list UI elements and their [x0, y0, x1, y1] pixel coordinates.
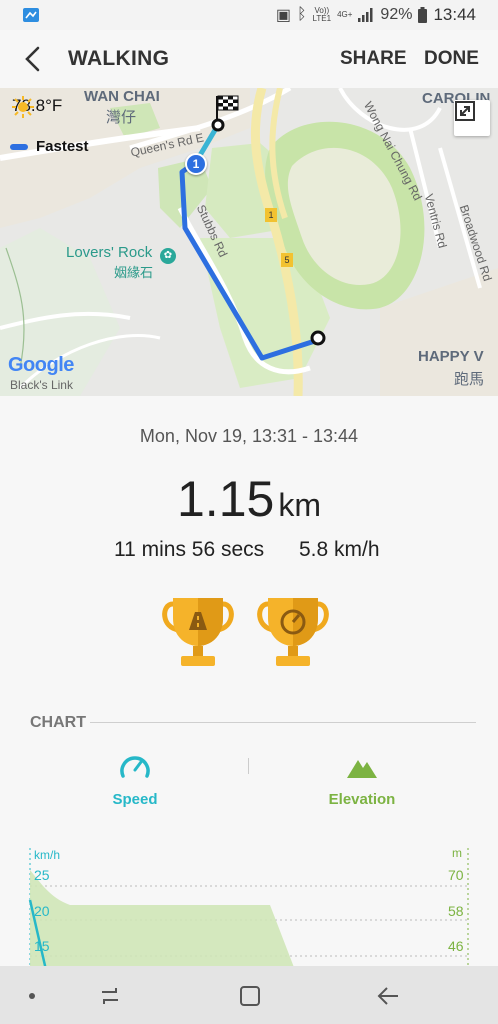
speed-tick: 15 — [34, 938, 50, 954]
status-icons: ▣ ᛒ Vo)) LTE1 4G+ 92% 13:44 — [276, 5, 476, 25]
speed-elevation-chart[interactable]: km/h m 25 20 15 70 58 46 — [0, 840, 498, 970]
battery-percent: 92% — [380, 6, 413, 23]
done-button[interactable]: DONE — [424, 48, 479, 70]
distance-value: 1.15 — [177, 471, 275, 527]
speed-tick: 25 — [34, 867, 50, 883]
map-label-wan-chai-zh: 灣仔 — [106, 109, 137, 126]
chart-plot — [28, 848, 469, 970]
weather-info: 78.8°F — [12, 96, 62, 118]
route-marker-1[interactable]: 1 — [185, 153, 207, 175]
tab-speed-label: Speed — [112, 791, 158, 808]
status-bar: ▣ ᛒ Vo)) LTE1 4G+ 92% 13:44 — [0, 0, 498, 30]
route-swatch — [10, 143, 28, 150]
map-label-blacks-link: Black's Link — [10, 378, 73, 392]
elevation-area — [30, 870, 295, 970]
elevation-tick: 58 — [448, 903, 464, 919]
route-map[interactable]: 1 1 5 WAN CHAI 灣仔 Queen's Rd E Lovers' R… — [0, 88, 498, 396]
elevation-tick: 46 — [448, 938, 464, 954]
map-label-happy-valley: HAPPY V — [418, 348, 484, 365]
duration: 11 mins 56 secs — [114, 538, 265, 561]
clock: 13:44 — [433, 5, 476, 24]
speedometer-icon — [120, 756, 150, 778]
map-label-lovers-rock: Lovers' Rock — [66, 244, 153, 261]
route-legend-label: Fastest — [36, 138, 89, 155]
signal-icon — [358, 8, 373, 22]
tab-divider — [248, 758, 249, 774]
expand-map-button[interactable] — [454, 100, 490, 136]
road-shield-5: 5 — [281, 253, 293, 267]
dot-icon[interactable] — [18, 982, 46, 1010]
tab-elevation-label: Elevation — [328, 791, 396, 808]
google-logo: Google — [8, 354, 74, 376]
tab-speed[interactable]: Speed — [75, 752, 195, 808]
app-header: WALKING SHARE DONE — [0, 30, 498, 88]
system-nav-bar — [0, 966, 498, 1024]
tab-elevation[interactable]: Elevation — [302, 752, 422, 808]
chart-heading: CHART — [30, 714, 86, 731]
workout-date: Mon, Nov 19, 13:31 - 13:44 — [139, 426, 359, 446]
share-button[interactable]: SHARE — [340, 48, 407, 70]
volte-label: Vo)) LTE1 — [312, 6, 332, 23]
expand-icon — [455, 101, 475, 121]
speed-trophy-icon[interactable] — [254, 594, 332, 672]
back-button[interactable] — [18, 44, 48, 74]
distance: 1.15 km — [0, 470, 498, 528]
distance-trophy-icon[interactable] — [159, 594, 237, 672]
sim-icon: ▣ — [275, 7, 291, 24]
home-icon[interactable] — [236, 982, 264, 1010]
battery-icon — [418, 7, 428, 23]
average-speed: 5.8 km/h — [299, 538, 380, 561]
checkered-flag-icon — [211, 95, 239, 132]
distance-unit: km — [278, 487, 321, 523]
speed-tick: 20 — [34, 903, 50, 919]
map-label-happy-valley-zh: 跑馬 — [454, 371, 485, 388]
map-label-lovers-rock-zh: 姻緣石 — [114, 265, 154, 280]
recents-icon[interactable] — [96, 982, 124, 1010]
mountain-icon — [347, 760, 377, 778]
route-end-marker — [310, 330, 326, 346]
road-shield-1: 1 — [265, 208, 277, 222]
speed-axis-unit: km/h — [34, 848, 61, 862]
chart-heading-divider — [90, 722, 476, 723]
place-pin-icon: ✿ — [160, 248, 176, 264]
page-title: WALKING — [68, 47, 170, 70]
bluetooth-icon: ᛒ — [296, 6, 307, 23]
route-legend: Fastest — [10, 138, 89, 155]
map-label-wan-chai: WAN CHAI — [84, 88, 160, 105]
elevation-axis-unit: m — [452, 846, 462, 860]
elevation-tick: 70 — [448, 867, 464, 883]
sun-icon — [12, 96, 34, 118]
back-arrow-icon[interactable] — [374, 982, 402, 1010]
app-notification-icon — [23, 8, 39, 22]
network-type-label: 4G+ — [337, 10, 353, 19]
